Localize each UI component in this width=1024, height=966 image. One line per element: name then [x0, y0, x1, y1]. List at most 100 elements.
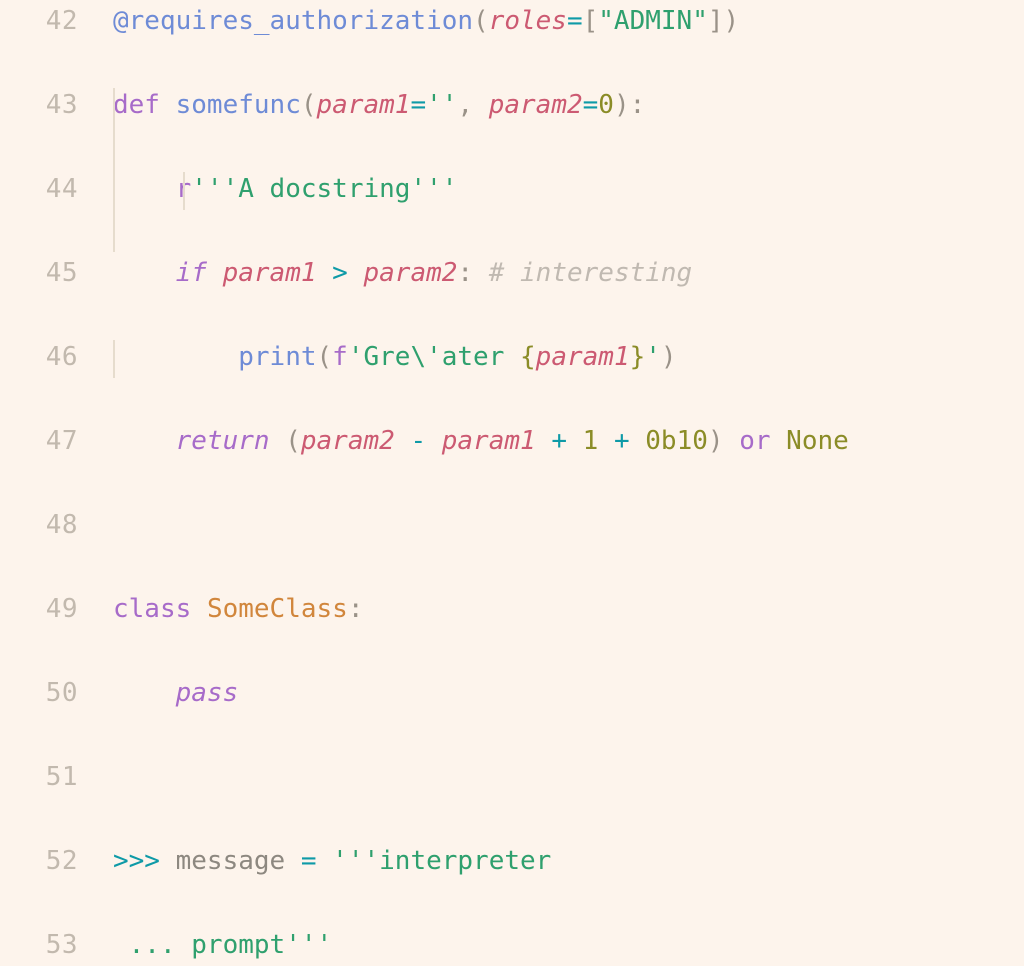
line-number: 44 [45, 174, 78, 204]
token-param: param2 [300, 426, 395, 456]
line-content[interactable]: @requires_authorization(roles=["ADMIN"]) [113, 0, 739, 42]
code-line[interactable]: 49 class SomeClass: [0, 588, 1024, 630]
line-content[interactable]: class SomeClass: [113, 588, 363, 630]
indent-guide [113, 340, 115, 378]
line-content[interactable]: def somefunc(param1='', param2=0): [113, 84, 645, 126]
code-line[interactable]: 50 pass [0, 672, 1024, 714]
token-kw-it: return [175, 426, 270, 456]
token-punct: : [629, 90, 646, 120]
code-line[interactable]: 42 @requires_authorization(roles=["ADMIN"… [0, 0, 1024, 42]
line-number: 45 [45, 258, 78, 288]
token-operator: - [410, 426, 427, 456]
code-line[interactable]: 53 ... prompt''' [0, 924, 1024, 966]
token-punct: ( [473, 6, 489, 36]
token-brace: { [520, 342, 536, 372]
code-editor-viewport[interactable]: 42 @requires_authorization(roles=["ADMIN"… [0, 0, 1024, 960]
token-string: '''A docstring''' [191, 174, 458, 204]
line-content[interactable]: return (param2 - param1 + 1 + 0b10) or N… [113, 420, 849, 462]
token-operator: = [566, 6, 583, 36]
line-number: 48 [45, 510, 78, 540]
line-number: 50 [45, 678, 78, 708]
token-string: "ADMIN" [598, 6, 708, 36]
code-line[interactable]: 44 r'''A docstring''' [0, 168, 1024, 210]
code-line[interactable]: 51 [0, 756, 1024, 798]
token-punct: : [457, 258, 474, 288]
token-punct: ] [707, 6, 724, 36]
token-number: 0b10 [645, 426, 708, 456]
line-number: 46 [45, 342, 78, 372]
token-decorator: @requires_authorization [113, 6, 474, 36]
code-line[interactable]: 43 def somefunc(param1='', param2=0): [0, 84, 1024, 126]
token-strprefix: f [332, 342, 348, 372]
token-classname: SomeClass [206, 594, 348, 624]
token-kw-it: pass [175, 678, 239, 708]
line-number: 47 [45, 426, 78, 456]
token-number: 0 [598, 90, 614, 120]
token-prompt: >>> [113, 846, 160, 876]
token-comment: # interesting [488, 258, 693, 288]
line-content[interactable]: print(f'Gre\'ater {param1}') [113, 336, 677, 378]
token-punct: ) [613, 90, 630, 120]
token-kw: or [739, 426, 771, 456]
token-kw: def [113, 90, 160, 120]
token-operator: = [300, 846, 317, 876]
token-operator: > [332, 258, 348, 288]
code-line[interactable]: 47 return (param2 - param1 + 1 + 0b10) o… [0, 420, 1024, 462]
line-content[interactable]: if param1 > param2: # interesting [113, 252, 693, 294]
line-content[interactable]: r'''A docstring''' [113, 168, 458, 210]
token-const: None [786, 426, 849, 456]
token-plain: message [175, 846, 286, 876]
token-kw-it: if [175, 258, 207, 288]
code-lines-container: 42 @requires_authorization(roles=["ADMIN"… [0, 0, 1024, 960]
token-string: 'Gre\'ater [347, 342, 521, 372]
line-number: 53 [45, 930, 78, 960]
token-param: param1 [441, 426, 536, 456]
token-string: prompt''' [191, 930, 333, 960]
line-content[interactable]: pass [113, 672, 239, 714]
token-param: param2 [363, 258, 458, 288]
indent-guide [183, 172, 185, 210]
code-line[interactable]: 46 print(f'Gre\'ater {param1}') [0, 336, 1024, 378]
token-funcname: somefunc [175, 90, 301, 120]
line-number: 51 [45, 762, 78, 792]
code-line[interactable]: 48 [0, 504, 1024, 546]
code-line[interactable]: 45 if param1 > param2: # interesting [0, 252, 1024, 294]
token-param: param1 [535, 342, 630, 372]
line-content[interactable]: ... prompt''' [113, 924, 333, 966]
token-punct: ) [660, 342, 677, 372]
token-number: 1 [582, 426, 599, 456]
token-punct: ( [300, 90, 317, 120]
code-line[interactable]: 52 >>> message = '''interpreter [0, 840, 1024, 882]
token-operator: + [551, 426, 567, 456]
token-string: '''interpreter [332, 846, 552, 876]
line-content[interactable]: >>> message = '''interpreter [113, 840, 551, 882]
token-operator: + [613, 426, 630, 456]
token-builtin: print [238, 342, 317, 372]
token-punct: [ [582, 6, 599, 36]
token-punct: ( [316, 342, 333, 372]
token-punct: ) [707, 426, 724, 456]
